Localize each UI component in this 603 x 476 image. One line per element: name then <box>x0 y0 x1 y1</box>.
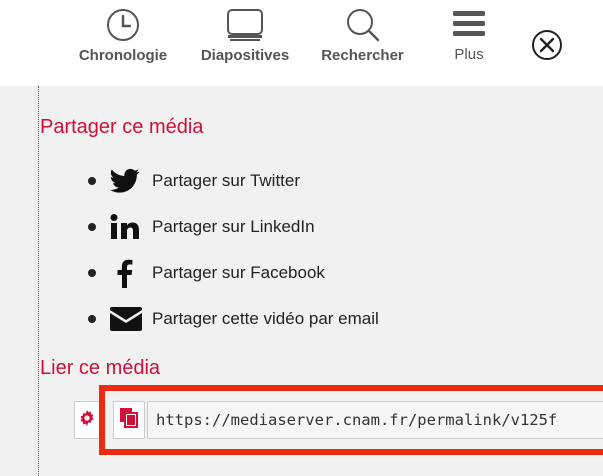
share-section-title: Partager ce média <box>40 116 204 138</box>
list-bullet <box>88 177 96 185</box>
plus-button[interactable]: Plus <box>439 8 499 63</box>
share-linkedin-item[interactable]: Partager sur LinkedIn <box>88 204 379 250</box>
twitter-icon <box>110 166 146 196</box>
list-bullet <box>88 223 96 231</box>
diapositives-label: Diapositives <box>200 47 290 64</box>
close-circle-icon <box>530 30 564 66</box>
copy-icon <box>120 407 138 433</box>
rechercher-button[interactable]: Rechercher <box>305 8 420 64</box>
clock-icon <box>106 8 140 42</box>
share-twitter-label: Partager sur Twitter <box>152 171 301 190</box>
close-button[interactable] <box>530 28 564 62</box>
facebook-icon <box>110 258 146 288</box>
share-email-label: Partager cette vidéo par email <box>152 309 379 328</box>
monitor-icon <box>224 8 266 42</box>
linkedin-icon <box>110 212 146 242</box>
diapositives-button[interactable]: Diapositives <box>187 8 303 64</box>
rechercher-label: Rechercher <box>321 47 404 64</box>
panel-divider <box>38 86 39 476</box>
chronologie-label: Chronologie <box>78 47 168 64</box>
top-toolbar: Chronologie Diapositives Rechercher Plus <box>0 0 603 86</box>
copy-link-button[interactable] <box>113 401 145 439</box>
share-facebook-item[interactable]: Partager sur Facebook <box>88 250 379 296</box>
share-list: Partager sur Twitter Partager sur Linked… <box>88 158 379 342</box>
share-linkedin-label: Partager sur LinkedIn <box>152 217 315 236</box>
chronologie-button[interactable]: Chronologie <box>67 8 179 64</box>
permalink-field[interactable]: https://mediaserver.cnam.fr/permalink/v1… <box>147 401 603 439</box>
gear-icon <box>79 409 95 431</box>
search-icon <box>345 8 381 42</box>
link-settings-button[interactable] <box>74 401 100 439</box>
envelope-icon <box>110 304 146 334</box>
plus-label: Plus <box>454 46 484 63</box>
list-bullet <box>88 269 96 277</box>
link-section-title: Lier ce média <box>40 357 161 379</box>
share-email-item[interactable]: Partager cette vidéo par email <box>88 296 379 342</box>
hamburger-menu-icon <box>453 8 485 38</box>
list-bullet <box>88 315 96 323</box>
share-facebook-label: Partager sur Facebook <box>152 263 325 282</box>
share-twitter-item[interactable]: Partager sur Twitter <box>88 158 379 204</box>
